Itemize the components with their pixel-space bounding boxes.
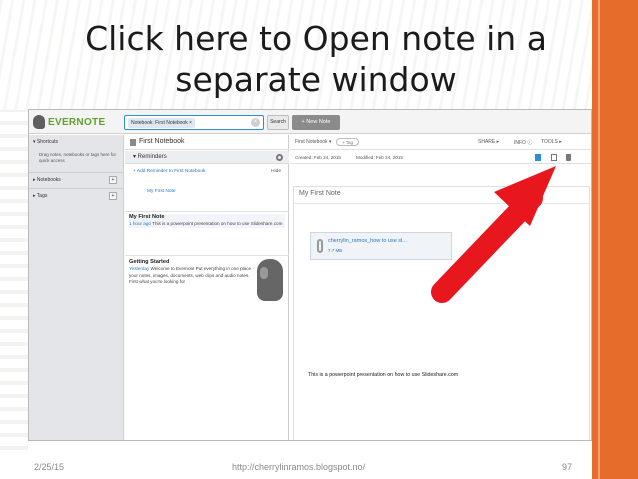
note-card[interactable]: My First Note 1 hour ago This is a power… xyxy=(129,214,285,228)
accent-stripe xyxy=(598,0,600,479)
info-button[interactable]: INFO ⓘ xyxy=(514,139,532,146)
modified-date: Modified: Feb 24, 2015 xyxy=(356,155,403,160)
add-tag-button[interactable]: + Tag xyxy=(336,138,360,146)
slide-title: Click here to Open note in a separate wi… xyxy=(56,18,576,100)
share-button[interactable]: SHARE ▸ xyxy=(478,139,499,145)
attachment-name: cherrylin_ramos_how to use sl... xyxy=(328,238,407,244)
note-card-title: Getting Started xyxy=(129,259,170,265)
note-card-text: This is a powerpoint presentation on how… xyxy=(152,221,283,226)
slide-title-line-1: Click here to Open note in a xyxy=(85,19,547,58)
notebook-icon xyxy=(130,139,136,146)
created-date: Created: Feb 24, 2015 xyxy=(295,155,341,160)
elephant-icon xyxy=(33,115,45,129)
note-title-field[interactable]: My First Note xyxy=(299,190,341,197)
note-card[interactable]: Getting Started Yesterday Welcome to Eve… xyxy=(129,259,255,286)
tools-button[interactable]: TOOLS ▸ xyxy=(541,139,562,145)
sidebar-item-label: ▸ Tags xyxy=(33,193,48,199)
note-card-time: 1 hour ago xyxy=(129,221,151,226)
editor-toolbar: First Notebook ▾ + Tag SHARE ▸ INFO ⓘ TO… xyxy=(290,135,591,150)
add-notebook-icon[interactable]: + xyxy=(109,176,117,184)
hide-reminders-link[interactable]: Hide xyxy=(271,169,281,174)
red-arrow-icon xyxy=(431,166,556,303)
sidebar-divider xyxy=(29,172,124,173)
list-divider xyxy=(125,255,289,256)
reminders-bar[interactable]: ▾ Reminders xyxy=(125,151,289,164)
evernote-logo[interactable]: EVERNOTE xyxy=(33,113,125,131)
editor-notebook-selector[interactable]: First Notebook ▾ xyxy=(295,139,331,145)
footer-date: 2/25/15 xyxy=(34,462,65,472)
sidebar-item-tags[interactable]: ▸ Tags + xyxy=(33,192,119,201)
notebook-title[interactable]: First Notebook xyxy=(139,138,185,145)
note-card-snippet: 1 hour ago This is a powerpoint presenta… xyxy=(129,221,285,228)
reminder-item[interactable]: My First Note xyxy=(147,189,176,194)
slide-accent-band xyxy=(592,0,638,479)
slide-title-line-2: separate window xyxy=(175,60,457,99)
note-text: This is a powerpoint presentation on how… xyxy=(308,372,459,378)
note-card-time: Yesterday xyxy=(129,266,150,271)
sidebar-divider xyxy=(29,188,124,189)
add-reminder-link[interactable]: + Add Reminder to First Notebook xyxy=(133,169,205,174)
attachment-size: 7.7 MB xyxy=(328,248,343,253)
note-card-snippet: Yesterday Welcome to Evernote Put everyt… xyxy=(129,266,255,286)
search-button[interactable]: Search xyxy=(267,115,289,130)
note-list-header: First Notebook xyxy=(125,135,289,150)
note-card-title: My First Note xyxy=(129,214,165,220)
logo-text: EVERNOTE xyxy=(48,116,106,128)
elephant-thumbnail-icon xyxy=(257,259,283,301)
sidebar-item-notebooks[interactable]: ▸ Notebooks + xyxy=(33,176,119,185)
new-note-button[interactable]: + New Note xyxy=(292,115,340,130)
paperclip-icon xyxy=(317,239,323,253)
grunge-texture-left xyxy=(0,110,28,450)
footer-url[interactable]: http://cherrylinramos.blogspot.no/ xyxy=(232,462,365,472)
shortcuts-hint: Drag notes, notebooks or tags here for q… xyxy=(39,152,117,163)
app-topbar: EVERNOTE Notebook: First Notebook × × Se… xyxy=(29,110,591,134)
clear-search-icon[interactable]: × xyxy=(251,118,260,127)
gear-icon[interactable] xyxy=(276,154,283,161)
search-input[interactable]: Notebook: First Notebook × × xyxy=(124,115,264,130)
sidebar-item-label: ▸ Notebooks xyxy=(33,177,61,183)
slide-number: 97 xyxy=(562,462,573,472)
search-notebook-chip[interactable]: Notebook: First Notebook × xyxy=(128,118,196,128)
sidebar: ▾ Shortcuts Drag notes, notebooks or tag… xyxy=(29,135,124,440)
sidebar-item-shortcuts[interactable]: ▾ Shortcuts xyxy=(33,138,119,147)
reminders-label: ▾ Reminders xyxy=(133,154,167,160)
list-divider xyxy=(125,211,289,212)
note-list-panel: First Notebook ▾ Reminders + Add Reminde… xyxy=(125,135,289,440)
add-tag-icon[interactable]: + xyxy=(109,192,117,200)
